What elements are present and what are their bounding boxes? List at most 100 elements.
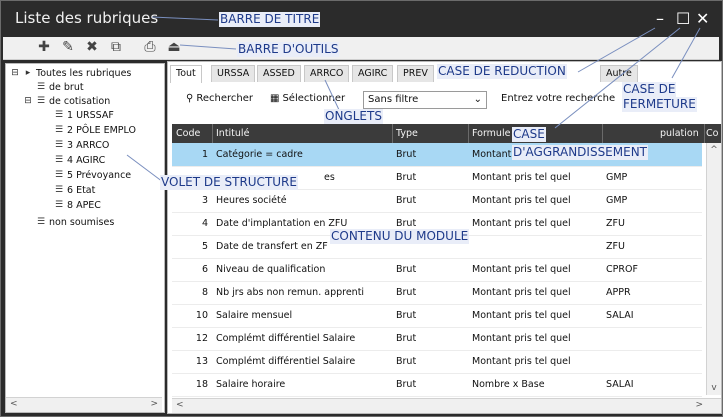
records-table: Code Intitulé Type Formule pulation Co 1… <box>172 124 721 413</box>
add-icon[interactable]: ✚ <box>37 39 51 55</box>
column-header-code[interactable]: Code <box>176 124 213 143</box>
cell-population <box>606 350 666 373</box>
window-title: Liste des rubriques <box>15 9 159 27</box>
scroll-right-icon[interactable]: > <box>150 399 158 409</box>
tab-prev[interactable]: PREV <box>397 65 434 82</box>
tree-item-apec[interactable]: ☰ 8 APEC <box>54 200 101 212</box>
select-button[interactable]: ▦ Sélectionner <box>270 93 345 104</box>
tree-item-label: 4 AGIRC <box>67 155 106 166</box>
cell-population: SALAI <box>606 310 634 321</box>
scroll-left-icon[interactable]: < <box>10 399 18 409</box>
cell-code: 5 <box>201 241 208 252</box>
tree-item-etat[interactable]: ☰ 6 Etat <box>54 185 95 197</box>
cell-formula: Montant pris tel quel <box>472 172 571 183</box>
tree-item-agirc[interactable]: ☰ 4 AGIRC <box>54 155 105 167</box>
title-bar[interactable]: Liste des rubriques – ☐ ✕ <box>1 1 722 36</box>
duplicate-icon[interactable]: ⧉ <box>109 39 123 55</box>
column-header-type[interactable]: Type <box>396 124 469 143</box>
scroll-left-icon[interactable]: < <box>176 400 184 410</box>
tree-item-prevoyance[interactable]: ☰ 5 Prévoyance <box>54 170 131 182</box>
search-button[interactable]: ⚲ Rechercher <box>186 93 253 104</box>
cell-label: Nb jrs abs non remun. apprenti <box>216 287 365 298</box>
maximize-button[interactable]: ☐ <box>676 9 690 28</box>
export-icon[interactable]: ⏏ <box>167 39 181 55</box>
cell-code: 4 <box>201 218 208 229</box>
minimize-button[interactable]: – <box>656 9 664 28</box>
cell-formula: Montant pris tel quel <box>472 356 571 367</box>
tree-arrow-icon: ▸ <box>25 68 31 78</box>
folder-icon: ☰ <box>54 155 64 165</box>
cell-label: Complémt différentiel Salaire <box>216 333 356 344</box>
table-horizontal-scrollbar[interactable]: < > <box>172 398 721 413</box>
cell-formula: Montant pris tel quel <box>472 218 571 229</box>
folder-icon: ☰ <box>36 96 46 106</box>
folder-icon: ☰ <box>36 217 46 227</box>
cell-population: GMP <box>606 172 628 183</box>
tree-item-brut[interactable]: ☰ de brut <box>36 82 84 94</box>
tree-item-toutes[interactable]: ⊟ ▸ Toutes les rubriques <box>10 68 131 80</box>
cell-population: ZFU <box>606 218 625 229</box>
tree-item-non-soumises[interactable]: ☰ non soumises <box>36 217 114 229</box>
column-header-co[interactable]: Co <box>706 124 720 143</box>
tree-item-label: de brut <box>49 82 84 93</box>
tab-arrco[interactable]: ARRCO <box>304 65 350 82</box>
tree-item-label: Toutes les rubriques <box>36 68 132 79</box>
cell-population: APPR <box>606 287 631 298</box>
tree-item-arrco[interactable]: ☰ 3 ARRCO <box>54 140 109 152</box>
table-row[interactable]: 3 Heures société Brut Montant pris tel q… <box>172 189 702 213</box>
tab-tout[interactable]: Tout <box>170 65 202 83</box>
scroll-right-icon[interactable]: > <box>695 400 703 410</box>
cell-type: Brut <box>396 149 417 160</box>
tab-assed[interactable]: ASSED <box>257 65 301 82</box>
tree-item-pole-emploi[interactable]: ☰ 2 PÔLE EMPLO <box>54 125 136 137</box>
table-row[interactable]: 6 Niveau de qualification Brut Montant p… <box>172 258 702 282</box>
folder-icon: ☰ <box>54 185 64 195</box>
cell-type: Brut <box>396 379 417 390</box>
delete-icon[interactable]: ✖ <box>85 39 99 55</box>
folder-icon: ☰ <box>54 110 64 120</box>
cell-label: Date de transfert en ZF <box>216 241 328 252</box>
cell-population <box>606 327 666 350</box>
table-row[interactable]: 8 Nb jrs abs non remun. apprenti Brut Mo… <box>172 281 702 305</box>
column-header-intitule[interactable]: Intitulé <box>216 124 393 143</box>
tree-item-label: 6 Etat <box>67 185 96 196</box>
cell-formula: Montant pris tel quel <box>472 264 571 275</box>
column-header-population[interactable]: pulation <box>660 124 705 143</box>
cell-type: Brut <box>396 333 417 344</box>
tab-autre[interactable]: Autre <box>600 65 638 82</box>
expand-icon[interactable]: ⊟ <box>10 69 20 78</box>
cell-label: Niveau de qualification <box>216 264 326 275</box>
tree-item-label: 2 PÔLE EMPLO <box>67 125 136 136</box>
table-row[interactable]: 13 Complémt différentiel Salaire Brut Mo… <box>172 350 702 374</box>
search-input-prompt[interactable]: Entrez votre recherche <box>501 93 615 104</box>
table-vertical-scrollbar[interactable]: ^ v <box>706 143 721 395</box>
tree-item-urssaf[interactable]: ☰ 1 URSSAF <box>54 110 114 122</box>
scroll-down-icon[interactable]: v <box>707 383 721 393</box>
tab-agirc[interactable]: AGIRC <box>352 65 394 82</box>
structure-pane[interactable]: ⊟ ▸ Toutes les rubriques ☰ de brut ⊟ ☰ de cot… <box>5 63 165 413</box>
cell-type: Brut <box>396 172 417 183</box>
table-row[interactable]: 18 Salaire horaire Brut Nombre x Base SA… <box>172 373 702 397</box>
cell-code: 18 <box>195 379 208 390</box>
edit-icon[interactable]: ✎ <box>61 39 75 55</box>
filter-select[interactable]: Sans filtre ⌄ <box>363 91 487 109</box>
callout-title-bar: BARRE DE TITRE <box>219 12 321 27</box>
filter-value: Sans filtre <box>368 94 419 105</box>
close-button[interactable]: ✕ <box>696 9 709 28</box>
search-icon: ⚲ <box>186 93 194 104</box>
select-icon: ▦ <box>270 93 280 104</box>
tree-item-label: non soumises <box>49 217 115 228</box>
tree-item-label: 1 URSSAF <box>67 110 114 121</box>
expand-icon[interactable]: ⊟ <box>23 97 33 106</box>
tree-item-cotisation[interactable]: ⊟ ☰ de cotisation <box>23 96 110 108</box>
toolbar: ✚ ✎ ✖ ⧉ ⎙ ⏏ <box>3 37 719 60</box>
table-row[interactable]: 12 Complémt différentiel Salaire Brut Mo… <box>172 327 702 351</box>
callout-close-2: FERMETURE <box>622 97 697 112</box>
table-row[interactable]: 10 Salaire mensuel Brut Montant pris tel… <box>172 304 702 328</box>
folder-icon: ☰ <box>54 140 64 150</box>
cell-code: 8 <box>201 287 208 298</box>
tab-urssa[interactable]: URSSA <box>211 65 256 82</box>
tree-horizontal-scrollbar[interactable]: < > <box>6 397 162 412</box>
scroll-up-icon[interactable]: ^ <box>707 145 721 155</box>
print-icon[interactable]: ⎙ <box>143 39 157 55</box>
